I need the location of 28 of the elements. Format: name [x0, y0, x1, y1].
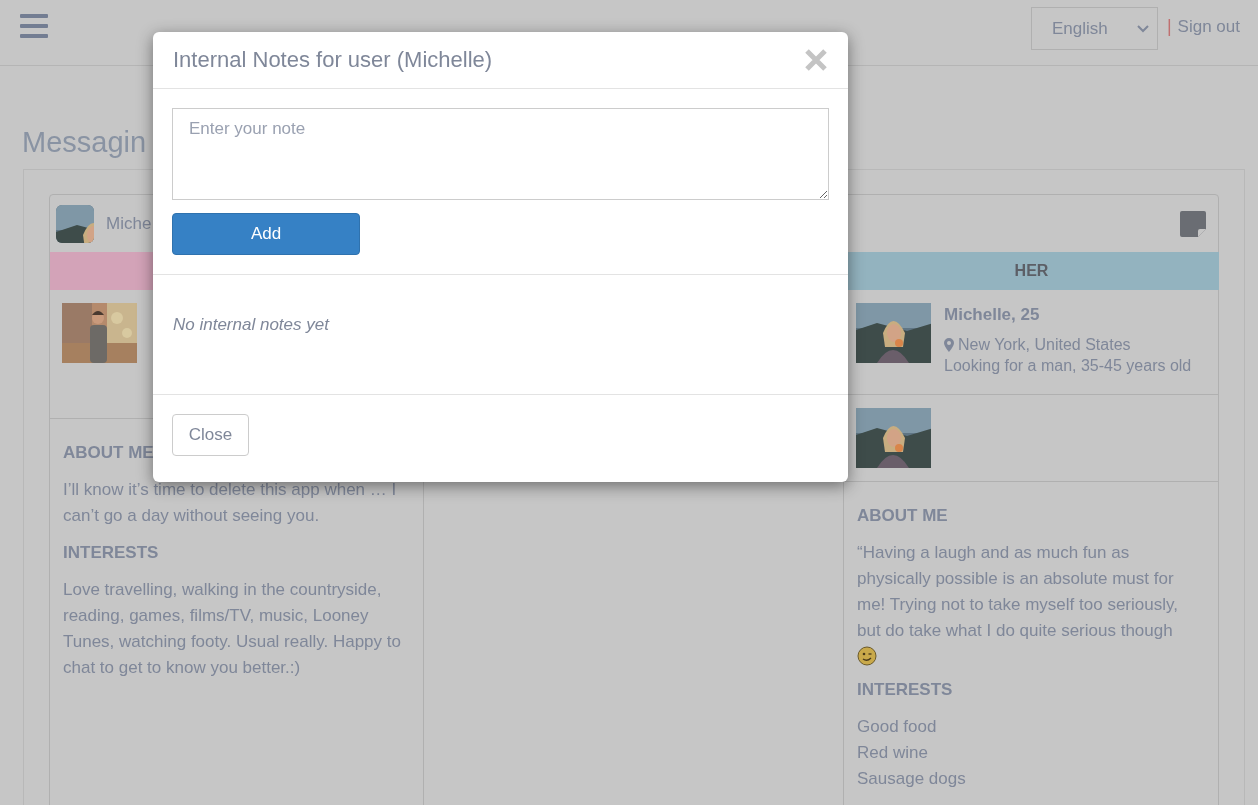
profile-name: Michelle, 25 — [944, 305, 1041, 325]
page-title: Messagin — [22, 126, 147, 159]
section-heading: ABOUT ME — [63, 443, 155, 463]
add-button[interactable]: Add — [172, 213, 360, 255]
close-button[interactable]: Close — [172, 414, 249, 456]
empty-message: No internal notes yet — [173, 314, 329, 335]
sign-out-link[interactable]: Sign out — [1177, 16, 1240, 37]
note-field[interactable]: Enter your note — [172, 108, 829, 200]
separator: | — [1166, 16, 1172, 37]
note-icon[interactable] — [1180, 210, 1206, 237]
location: New York, United States — [958, 336, 1131, 354]
interest-text: Sausage dogs — [857, 768, 967, 790]
interest-text: Red wine — [857, 742, 929, 764]
about-text: “Having a laugh and as much fun as physically possible is an absolute must for me! Trying not to take myself too seriously, but do take what I do quite serious though — [857, 542, 1179, 642]
interest-text: Love travelling, walking in the countryside, reading, games, films/TV, music, Looney Tunes, watching footy. Usual really. Happy to chat to get to know you better.:) — [63, 579, 401, 679]
interest-text: Good food — [857, 716, 938, 738]
section-heading: INTERESTS — [857, 680, 954, 700]
about-text: I’ll know it’s time to delete this app when … I can’t go a day without seeing you. — [63, 479, 398, 527]
caret-icon — [1136, 24, 1149, 33]
section-heading: ABOUT ME — [857, 506, 949, 526]
menu-icon[interactable] — [20, 13, 48, 38]
map-pin-icon — [944, 338, 954, 352]
language-select[interactable]: English — [1030, 7, 1158, 50]
close-icon[interactable] — [804, 48, 828, 72]
section-heading: INTERESTS — [63, 543, 160, 563]
user-name: Miche — [106, 213, 152, 234]
dialog-title: Internal Notes for user (Michelle) — [173, 47, 494, 73]
looking-for: Looking for a man, 35-45 years old — [944, 357, 1192, 375]
